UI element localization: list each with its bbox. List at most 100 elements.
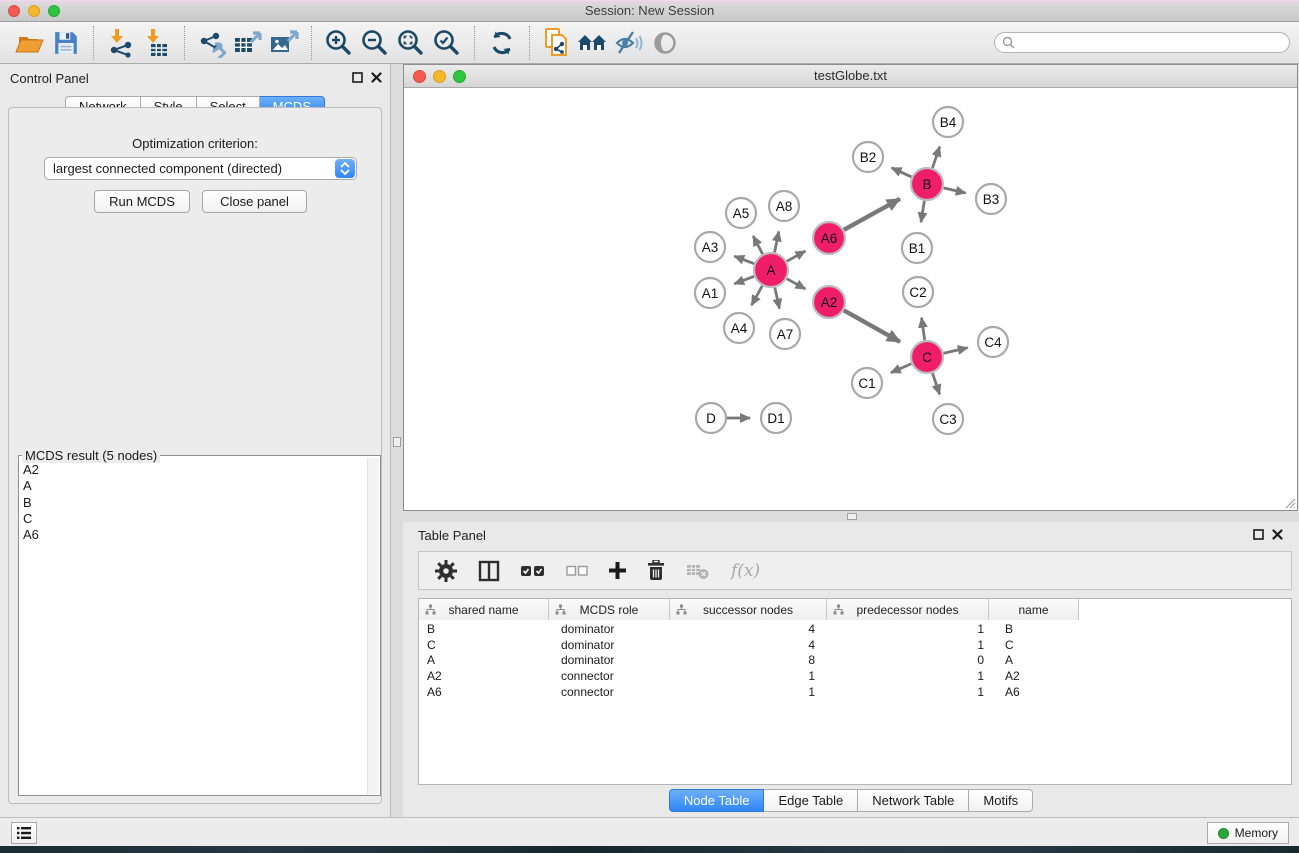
graph-edge-A-A6[interactable] — [787, 251, 806, 261]
export-network-icon[interactable] — [194, 25, 230, 61]
network-canvas[interactable]: AA6A2BCA5A8A3A1A4A7B2B4B3B1C2C4C1C3DD1 — [404, 88, 1297, 510]
table-row[interactable]: Bdominator41B — [419, 621, 1291, 637]
graph-edge-B-B4[interactable] — [932, 147, 939, 168]
table-cell: A6 — [989, 685, 1079, 699]
graph-edge-C-C1[interactable] — [891, 364, 912, 373]
result-item[interactable]: A6 — [23, 527, 366, 543]
close-panel-icon[interactable] — [371, 72, 382, 83]
table-cell: 8 — [670, 653, 827, 667]
import-network-icon[interactable] — [103, 25, 139, 61]
result-item[interactable]: B — [23, 495, 366, 511]
import-table-icon[interactable] — [139, 25, 175, 61]
toolbar-separator — [184, 26, 185, 60]
column-header-name[interactable]: name — [989, 599, 1079, 620]
node-table: shared nameMCDS rolesuccessor nodesprede… — [418, 598, 1292, 785]
graph-edge-A-A5[interactable] — [753, 236, 763, 254]
horizontal-splitter[interactable] — [403, 511, 1299, 522]
graph-node-label: A5 — [733, 206, 750, 221]
table-cell: C — [419, 638, 549, 652]
column-header-MCDS-role[interactable]: MCDS role — [549, 599, 670, 620]
graph-node-label: A1 — [702, 286, 719, 301]
table-cell: B — [419, 622, 549, 636]
graph-edge-A-A3[interactable] — [734, 256, 754, 263]
tab-edge-table[interactable]: Edge Table — [764, 789, 858, 812]
graph-edge-A-A1[interactable] — [734, 276, 754, 283]
criterion-select[interactable]: largest connected component (directed) — [44, 157, 357, 180]
task-history-button[interactable] — [11, 822, 37, 844]
search-input[interactable] — [994, 32, 1290, 53]
graph-edge-C-C4[interactable] — [944, 348, 968, 353]
graph-node-label: A3 — [702, 240, 719, 255]
graph-node-label: B2 — [860, 150, 877, 165]
float-panel-icon[interactable] — [1253, 529, 1264, 540]
graph-edge-A-A2[interactable] — [787, 279, 806, 289]
result-scrollbar[interactable] — [367, 458, 379, 794]
open-session-icon[interactable] — [12, 25, 48, 61]
result-item[interactable]: C — [23, 511, 366, 527]
delete-column-icon[interactable] — [647, 560, 665, 581]
splitter-grip[interactable] — [847, 513, 857, 520]
new-network-from-selection-icon[interactable] — [539, 25, 575, 61]
table-row[interactable]: A6connector11A6 — [419, 684, 1291, 700]
control-panel-title: Control Panel — [10, 71, 89, 86]
graph-edge-A-A7[interactable] — [775, 288, 780, 309]
memory-button[interactable]: Memory — [1207, 822, 1289, 844]
graph-edge-B-B2[interactable] — [892, 168, 912, 177]
graph-edge-A-A4[interactable] — [752, 286, 763, 305]
home-view-icon[interactable] — [575, 25, 611, 61]
graph-node-label: A7 — [777, 327, 794, 342]
search-icon — [1002, 36, 1015, 49]
table-row[interactable]: Cdominator41C — [419, 637, 1291, 653]
zoom-in-icon[interactable] — [321, 25, 357, 61]
zoom-fit-icon[interactable] — [393, 25, 429, 61]
graph-edge-A-A8[interactable] — [775, 231, 779, 252]
deselect-all-icon[interactable] — [566, 565, 588, 577]
graph-edge-A6-B[interactable] — [844, 199, 900, 230]
tab-network-table[interactable]: Network Table — [858, 789, 969, 812]
graph-edge-B-B1[interactable] — [921, 201, 924, 223]
toolbar-separator — [311, 26, 312, 60]
tab-motifs[interactable]: Motifs — [969, 789, 1033, 812]
status-bar: Memory — [0, 817, 1299, 846]
function-builder-icon: f(x) — [731, 561, 760, 581]
float-panel-icon[interactable] — [352, 72, 363, 83]
show-all-icon[interactable] — [647, 25, 683, 61]
run-mcds-button[interactable]: Run MCDS — [94, 190, 190, 213]
save-session-icon[interactable] — [48, 25, 84, 61]
graph-edge-C-C3[interactable] — [932, 373, 939, 394]
close-panel-button[interactable]: Close panel — [202, 190, 307, 213]
graph-node-label: B1 — [909, 241, 926, 256]
table-row[interactable]: A2connector11A2 — [419, 668, 1291, 684]
result-item[interactable]: A — [23, 478, 366, 494]
select-stepper-icon — [335, 159, 355, 178]
graph-node-label: C4 — [984, 335, 1002, 350]
zoom-selected-icon[interactable] — [429, 25, 465, 61]
criterion-selected-value: largest connected component (directed) — [53, 161, 282, 176]
zoom-out-icon[interactable] — [357, 25, 393, 61]
splitter-grip[interactable] — [393, 437, 401, 447]
graph-edge-B-B3[interactable] — [944, 188, 966, 193]
column-header-successor-nodes[interactable]: successor nodes — [670, 599, 827, 620]
graph-edge-C-C2[interactable] — [922, 318, 925, 340]
column-header-shared-name[interactable]: shared name — [419, 599, 549, 620]
vertical-splitter[interactable] — [391, 64, 403, 817]
attribute-type-icon — [425, 604, 436, 615]
table-row[interactable]: Adominator80A — [419, 652, 1291, 668]
main-toolbar — [0, 22, 1299, 64]
close-panel-icon[interactable] — [1272, 529, 1283, 540]
tab-node-table[interactable]: Node Table — [669, 789, 765, 812]
export-table-icon[interactable] — [230, 25, 266, 61]
export-image-icon[interactable] — [266, 25, 302, 61]
attribute-type-icon — [676, 604, 687, 615]
search-field — [994, 32, 1290, 53]
graph-edge-A2-C[interactable] — [844, 310, 900, 342]
column-header-predecessor-nodes[interactable]: predecessor nodes — [827, 599, 989, 620]
column-selector-icon[interactable] — [478, 560, 500, 582]
add-column-icon[interactable] — [609, 562, 626, 579]
select-all-check-icon[interactable] — [521, 565, 545, 577]
resize-grip-icon[interactable] — [1284, 497, 1296, 509]
settings-gear-icon[interactable] — [435, 560, 457, 582]
hide-selected-icon[interactable] — [611, 25, 647, 61]
refresh-layout-icon[interactable] — [484, 25, 520, 61]
result-item[interactable]: A2 — [23, 462, 366, 478]
